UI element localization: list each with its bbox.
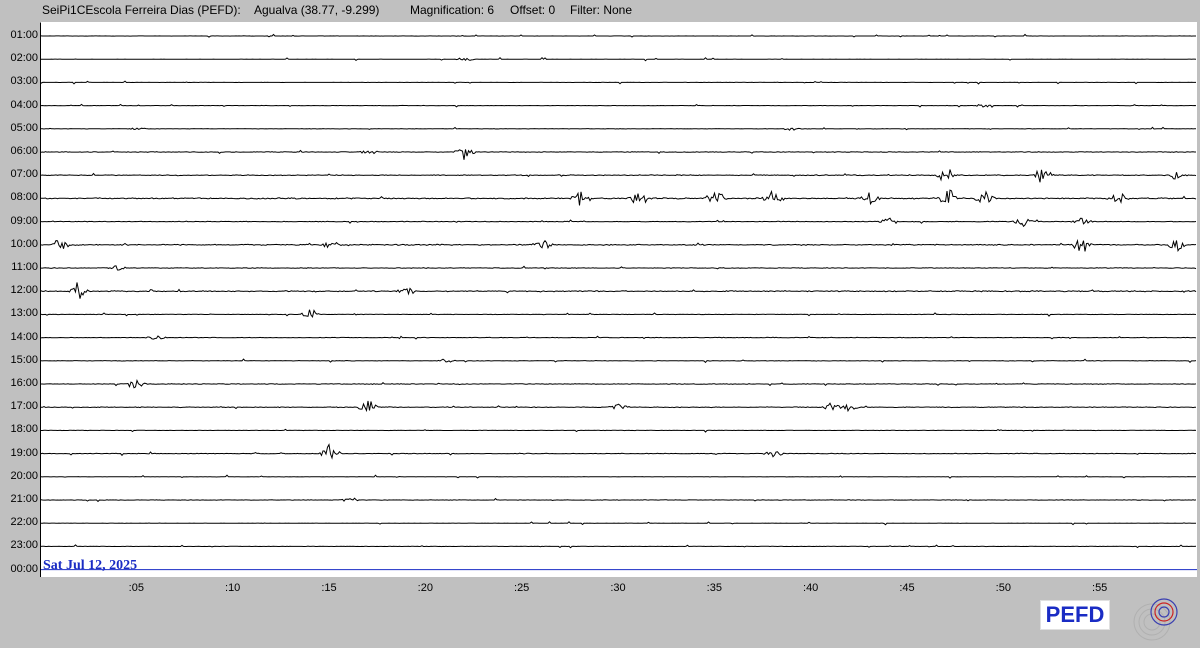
hour-label: 18:00 — [10, 423, 38, 436]
hour-label: 08:00 — [10, 191, 38, 204]
trace-line — [41, 149, 1196, 160]
hour-label: 04:00 — [10, 98, 38, 111]
hour-label: 06:00 — [10, 145, 38, 157]
hour-label: 21:00 — [10, 493, 38, 505]
hour-label: 02:00 — [10, 52, 38, 65]
minute-tick-label: :20 — [417, 582, 433, 594]
network-seal-icon — [1133, 598, 1178, 641]
trace-line — [41, 189, 1197, 206]
trace-line — [41, 309, 1197, 319]
minute-tick-label: :15 — [321, 582, 337, 594]
trace-line — [41, 358, 1197, 364]
trace-line — [41, 56, 1197, 62]
hour-label: 13:00 — [10, 307, 38, 320]
hour-label: 00:00 — [10, 562, 38, 575]
offset-readout: Offset: 0 — [510, 3, 556, 17]
hour-label: 23:00 — [10, 539, 38, 552]
seismogram-traces — [41, 33, 1197, 571]
trace-line — [41, 378, 1197, 389]
hour-label: 07:00 — [10, 168, 38, 181]
hour-label: 03:00 — [10, 75, 38, 88]
helicorder-plot — [40, 22, 1197, 577]
hour-label: 20:00 — [10, 469, 38, 482]
hour-label: 17:00 — [10, 400, 38, 413]
trace-line — [41, 521, 1197, 526]
trace-line — [41, 33, 1196, 38]
hour-label: 19:00 — [10, 446, 38, 459]
minute-tick-label: :45 — [899, 582, 915, 594]
hour-label: 12:00 — [10, 284, 38, 297]
trace-line — [41, 443, 1197, 460]
trace-line — [41, 400, 1196, 413]
pefd-logo: PEFD — [1040, 600, 1110, 630]
hour-label: 22:00 — [10, 516, 38, 529]
hour-label: 15:00 — [10, 353, 38, 366]
trace-line — [41, 217, 1197, 228]
date-label: Sat Jul 12, 2025 — [43, 558, 138, 573]
minute-tick-label: :25 — [514, 582, 530, 594]
trace-line — [41, 335, 1197, 340]
minute-tick-label: :10 — [225, 582, 241, 594]
minute-tick-label: :50 — [995, 582, 1011, 594]
trace-line — [41, 265, 1197, 271]
trace-line — [41, 544, 1197, 549]
trace-line — [41, 126, 1197, 131]
trace-line — [41, 80, 1196, 85]
trace-line — [41, 497, 1197, 503]
hour-label: 05:00 — [10, 121, 38, 134]
magnification-readout: Magnification: 6 — [410, 3, 495, 17]
minute-tick-label: :55 — [1092, 582, 1108, 594]
minute-tick-label: :35 — [706, 582, 722, 594]
hour-label: 16:00 — [10, 377, 38, 389]
minute-tick-label: :05 — [128, 582, 144, 594]
trace-line — [41, 103, 1197, 108]
hour-label: 09:00 — [10, 214, 38, 227]
hour-label: 11:00 — [11, 261, 38, 273]
trace-line — [41, 474, 1197, 479]
station-name: SeiPi1CEscola Ferreira Dias (PEFD): — [42, 3, 241, 17]
minute-tick-label: :30 — [610, 582, 626, 594]
trace-line — [41, 169, 1197, 183]
station-location: Agualva (38.77, -9.299) — [254, 3, 380, 17]
trace-line — [41, 428, 1197, 433]
trace-line — [41, 282, 1197, 299]
hour-label: 01:00 — [10, 29, 38, 41]
hour-label: 14:00 — [10, 330, 38, 343]
trace-line — [41, 238, 1197, 253]
filter-readout: Filter: None — [570, 3, 633, 17]
minute-tick-label: :40 — [803, 582, 819, 594]
hour-label: 10:00 — [10, 237, 38, 250]
header-bar: SeiPi1CEscola Ferreira Dias (PEFD): Agua… — [0, 0, 1200, 20]
